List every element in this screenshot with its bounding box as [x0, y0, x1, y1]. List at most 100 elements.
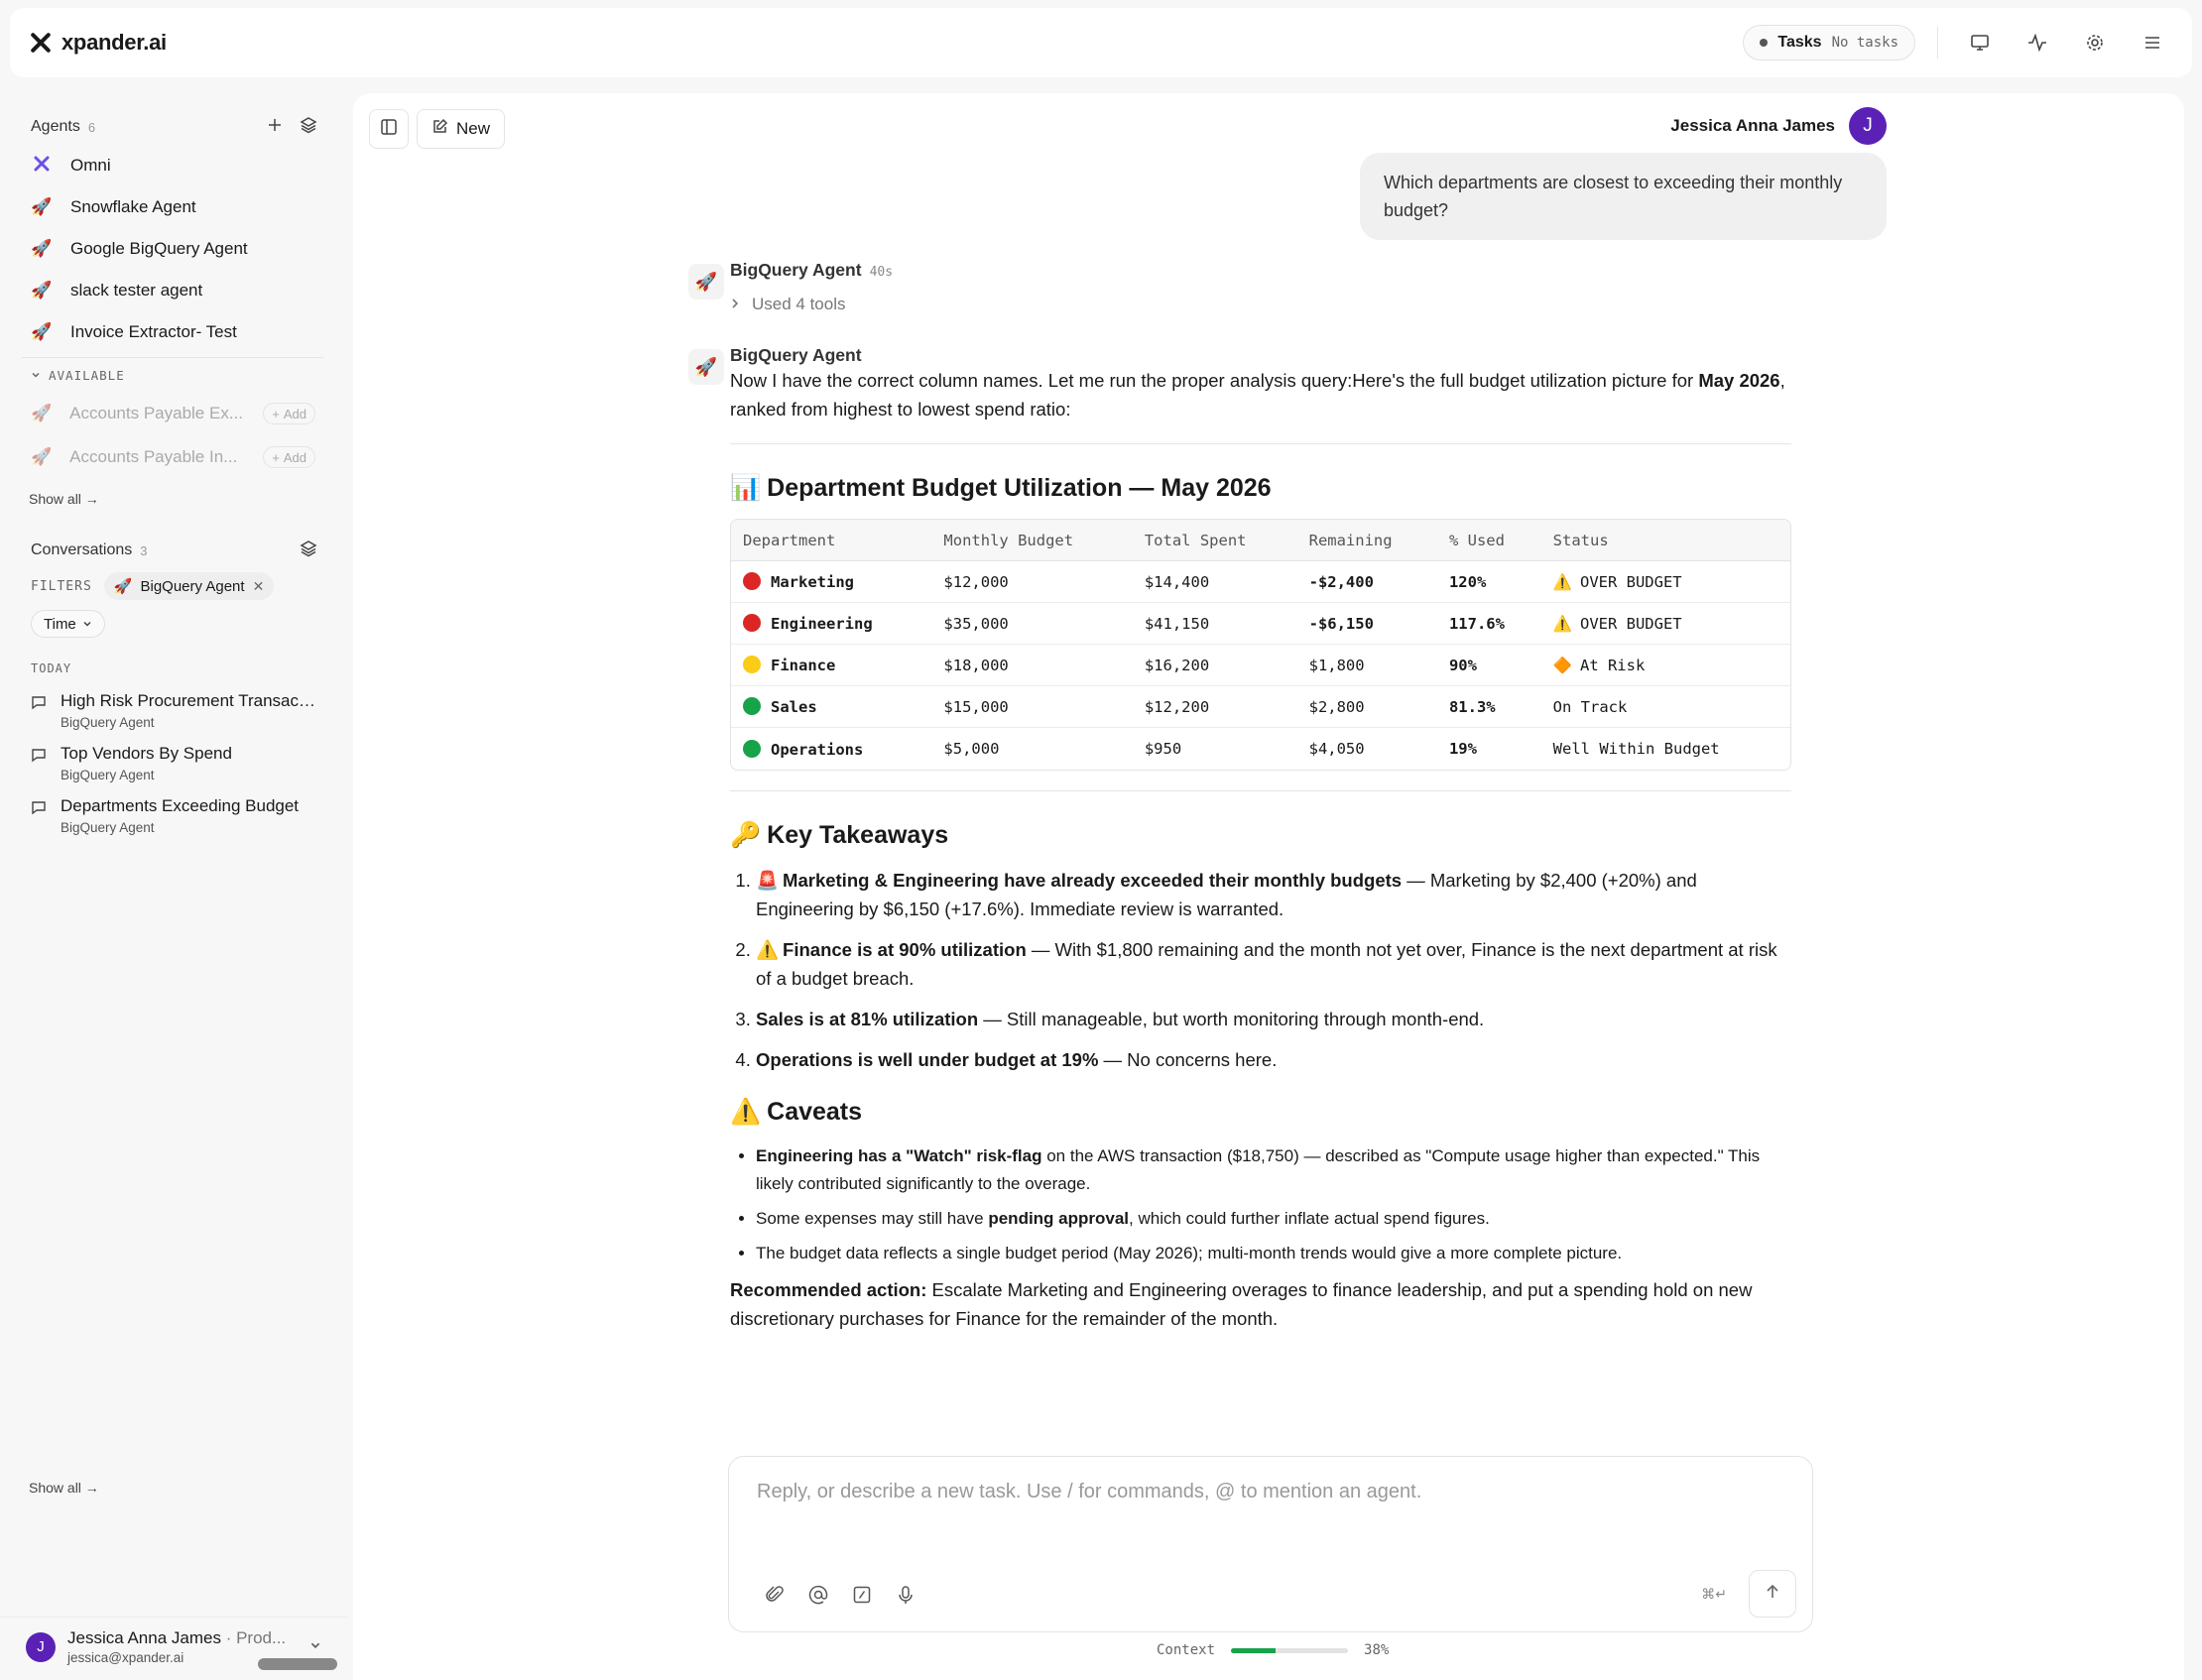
close-icon[interactable]: ✕ [253, 578, 265, 595]
conversation-item[interactable]: Departments Exceeding Budget BigQuery Age… [0, 790, 347, 843]
takeaway-emoji-icon: ⚠️ [756, 939, 780, 960]
table-row: Finance $18,000 $16,200 $1,800 90% 🔶 At Risk [731, 645, 1790, 686]
sidebar-scrollbar[interactable] [258, 1658, 337, 1670]
agent-name: BigQuery Agent [730, 345, 862, 365]
conversation-item[interactable]: High Risk Procurement Transacti... BigQue… [0, 685, 347, 738]
status-cell: Well Within Budget [1541, 728, 1790, 770]
percent-used-cell: 120% [1436, 561, 1541, 603]
available-toggle[interactable]: AVAILABLE [0, 358, 347, 392]
activity-icon[interactable] [2018, 23, 2057, 62]
chat-bubble-icon [31, 747, 47, 782]
layers-icon[interactable] [300, 540, 317, 562]
chart-emoji-icon: 📊 [730, 474, 762, 502]
status-label: On Track [1552, 697, 1628, 716]
at-mention-icon[interactable] [808, 1585, 828, 1610]
arrow-up-icon [1764, 1583, 1781, 1606]
layers-icon[interactable] [300, 116, 317, 139]
avatar: J [26, 1631, 56, 1662]
agent-item-google-bigquery[interactable]: 🚀 Google BigQuery Agent [0, 228, 347, 270]
used-tools-toggle[interactable]: Used 4 tools [730, 295, 1791, 314]
status-dot-icon [743, 572, 761, 590]
rocket-icon: 🚀 [31, 447, 53, 466]
total-spent-cell: $12,200 [1132, 686, 1297, 728]
message-author: Jessica Anna James [1670, 116, 1835, 135]
status-cell: 🔶 At Risk [1540, 645, 1790, 686]
send-button[interactable] [1749, 1570, 1796, 1618]
conversation-item[interactable]: Top Vendors By Spend BigQuery Agent [0, 738, 347, 790]
list-item: 🚨Marketing & Engineering have already ex… [756, 866, 1791, 923]
chat-panel: New Jessica Anna James J Which departmen… [353, 93, 2184, 1680]
department-name: Finance [771, 657, 836, 674]
conversations-header: Conversations 3 [0, 533, 347, 568]
available-agent-item: 🚀 Accounts Payable Ex... + Add [0, 392, 347, 435]
toggle-sidebar-button[interactable] [369, 109, 409, 149]
monitor-icon[interactable] [1960, 23, 2000, 62]
microphone-icon[interactable] [896, 1585, 916, 1610]
caveat-text: The budget data reflects a single budget… [756, 1244, 1623, 1262]
department-name: Operations [771, 740, 864, 759]
filter-chip-bigquery[interactable]: 🚀 BigQuery Agent ✕ [103, 572, 275, 600]
conversation-agent: BigQuery Agent [61, 768, 155, 782]
status-cell: On Track [1540, 686, 1790, 728]
composer-input[interactable]: Reply, or describe a new task. Use / for… [757, 1481, 1421, 1503]
plus-icon[interactable] [268, 118, 282, 137]
key-emoji-icon: 🔑 [730, 821, 762, 849]
takeaway-text: — No concerns here. [1098, 1049, 1278, 1070]
status-dot-icon [743, 614, 761, 632]
remaining-cell: $4,050 [1308, 740, 1365, 758]
add-agent-button[interactable]: + Add [263, 446, 315, 468]
paperclip-icon[interactable] [765, 1585, 785, 1610]
agent-item-slack-tester[interactable]: 🚀 slack tester agent [0, 270, 347, 311]
omni-icon [31, 155, 53, 178]
list-item: Sales is at 81% utilization — Still mana… [756, 1005, 1791, 1033]
conversation-title: High Risk Procurement Transacti... [61, 691, 318, 710]
remaining-cell: -$2,400 [1296, 561, 1437, 603]
xpander-logo-icon [30, 32, 52, 54]
slash-command-icon[interactable] [852, 1585, 872, 1610]
today-label: TODAY [31, 661, 72, 675]
monthly-budget-cell: $12,000 [931, 561, 1133, 603]
rocket-icon: 🚀 [31, 239, 53, 258]
agents-header: Agents 6 [0, 109, 347, 145]
status-dot-icon [743, 656, 761, 673]
agents-count: 6 [87, 119, 96, 135]
tasks-button[interactable]: Tasks No tasks [1743, 25, 1915, 60]
time-filter-dropdown[interactable]: Time [31, 610, 105, 638]
add-agent-button[interactable]: + Add [263, 403, 315, 424]
caveat-highlight: pending approval [988, 1209, 1130, 1228]
agent-name: Omni [70, 156, 111, 175]
new-conversation-button[interactable]: New [417, 109, 506, 149]
agents-list: Omni 🚀 Snowflake Agent 🚀 Google BigQuery… [0, 145, 347, 353]
table-title: Department Budget Utilization — May 2026 [767, 474, 1272, 502]
rocket-icon: 🚀 [31, 197, 53, 216]
show-all-agents-link[interactable]: Show all → [0, 479, 347, 519]
agent-item-snowflake[interactable]: 🚀 Snowflake Agent [0, 186, 347, 228]
user-message-bubble: Which departments are closest to exceedi… [1360, 153, 1887, 240]
takeaways-list: 🚨Marketing & Engineering have already ex… [756, 866, 1791, 1074]
section-divider [730, 443, 1791, 444]
menu-icon[interactable] [2133, 23, 2172, 62]
gear-icon[interactable] [2075, 23, 2115, 62]
context-percent: 38% [1364, 1642, 1390, 1658]
show-all-conversations-link[interactable]: Show all → [0, 1468, 347, 1507]
context-label: Context [1157, 1642, 1216, 1658]
department-cell: Sales [731, 686, 932, 728]
table-row: Engineering $35,000 $41,150 -$6,150 117.6% ⚠️… [731, 603, 1790, 645]
user-message-header: Jessica Anna James J [1670, 107, 1887, 145]
list-item: Some expenses may still have pending app… [756, 1205, 1791, 1233]
add-label: Add [283, 406, 306, 421]
table-header-row: Department Monthly Budget Total Spent Remai… [731, 520, 1790, 561]
chevron-right-icon [730, 295, 740, 314]
composer[interactable]: Reply, or describe a new task. Use / for… [728, 1456, 1813, 1632]
agent-name: Invoice Extractor- Test [70, 322, 237, 341]
column-header: Status [1540, 520, 1790, 561]
brand-logo[interactable]: xpander.ai [30, 30, 167, 56]
user-name: Jessica Anna James [67, 1628, 221, 1647]
takeaways-title: Key Takeaways [767, 821, 949, 849]
conversations-count: 3 [140, 542, 148, 558]
department-cell: Finance [731, 645, 932, 686]
total-spent-cell: $950 [1144, 740, 1182, 758]
agent-item-invoice-extractor[interactable]: 🚀 Invoice Extractor- Test [0, 311, 347, 353]
agent-item-omni[interactable]: Omni [0, 145, 347, 186]
context-meter: Context 38% [1157, 1642, 1389, 1658]
